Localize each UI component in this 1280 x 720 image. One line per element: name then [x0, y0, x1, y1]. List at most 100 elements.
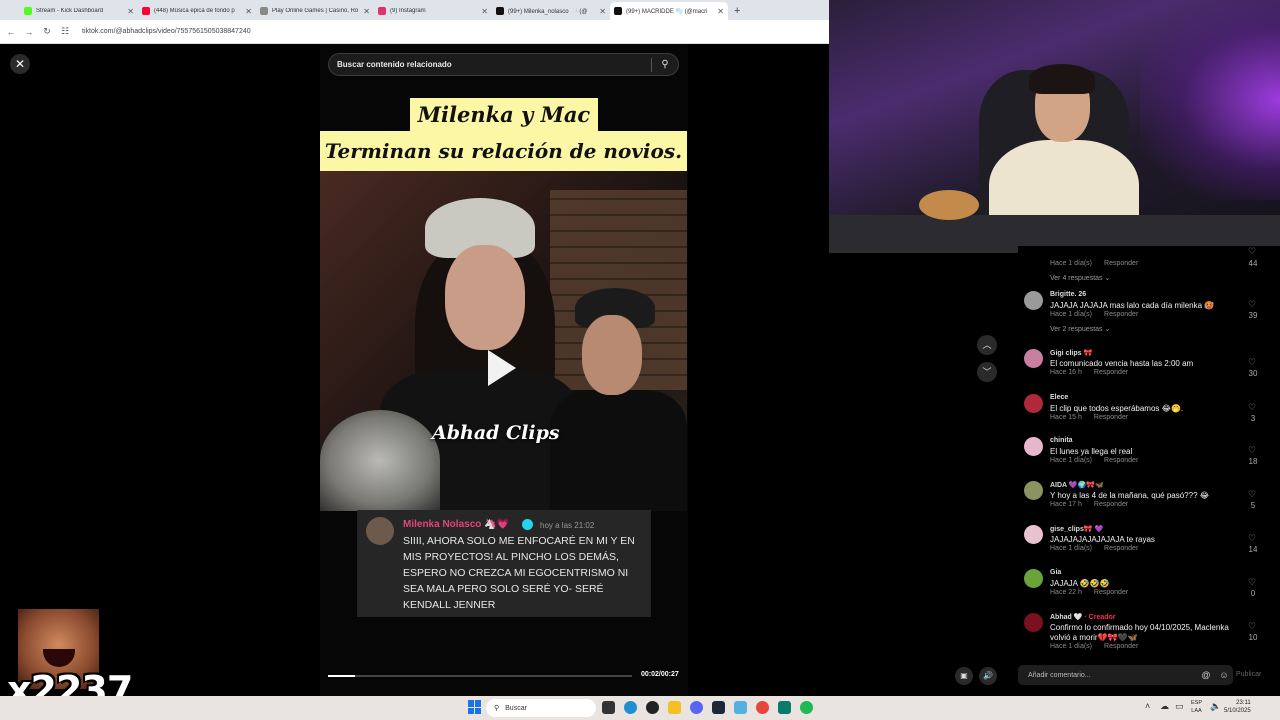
browser-tab[interactable]: (99+) Milenka_nolasco 🤍 (@ ✕: [492, 2, 610, 20]
avatar[interactable]: [1024, 613, 1043, 632]
reply-button[interactable]: Responder: [1104, 545, 1138, 552]
reply-button[interactable]: Responder: [1104, 457, 1138, 464]
heart-icon[interactable]: ♡: [1248, 621, 1256, 632]
comment-text: El comunicado vencia hasta las 2:00 am: [1050, 359, 1194, 368]
comment-username[interactable]: AIDA 💜🌍🎀🦋: [1050, 481, 1104, 489]
emoji-icon[interactable]: ☺: [1215, 670, 1233, 680]
comment-time: Hace 1 día(s): [1050, 545, 1093, 552]
view-replies-button[interactable]: Ver 2 respuestas ⌄: [1050, 325, 1110, 333]
pip-icon[interactable]: ▣: [955, 667, 973, 685]
cloud-icon[interactable]: ☁: [1160, 701, 1169, 712]
comment-username[interactable]: chinita: [1050, 437, 1073, 444]
tab-close-icon[interactable]: ✕: [245, 7, 252, 16]
next-video-button[interactable]: ﹀: [977, 362, 997, 382]
avatar[interactable]: [1024, 525, 1043, 544]
tab-close-icon[interactable]: ✕: [599, 7, 606, 16]
man-face: [582, 315, 642, 395]
task-view-icon[interactable]: [602, 701, 615, 714]
tab-strip: Stream - Kick Dashboard ✕ (448) Música epi…: [20, 2, 728, 20]
search-input[interactable]: Buscar contenido relacionado: [337, 60, 651, 69]
tab-favicon-icon: [260, 7, 268, 15]
view-replies-button[interactable]: Ver 4 respuestas ⌄: [1050, 274, 1110, 282]
app-icon[interactable]: [734, 701, 747, 714]
publish-button[interactable]: Publicar: [1236, 671, 1261, 678]
steam-icon[interactable]: [712, 701, 725, 714]
heart-icon[interactable]: ♡: [1248, 489, 1256, 500]
edge-icon[interactable]: [624, 701, 637, 714]
meme-mouth: [43, 649, 75, 667]
url-field[interactable]: tiktok.com/@abhadclips/video/75575615050…: [82, 28, 251, 35]
reply-button[interactable]: Responder: [1104, 311, 1138, 318]
back-icon[interactable]: ←: [6, 27, 16, 37]
close-icon[interactable]: ✕: [10, 54, 30, 74]
comments-list: Hace 1 día(s) Responder ♡ 44 Ver 4 respuesta…: [1018, 246, 1280, 656]
new-tab-button[interactable]: +: [728, 2, 746, 20]
heart-icon[interactable]: ♡: [1248, 246, 1256, 257]
username-text: Brigitte. 26: [1050, 291, 1087, 298]
speaker-icon[interactable]: 🔈: [1210, 701, 1221, 712]
site-info-icon[interactable]: ☷: [60, 26, 70, 37]
heart-icon[interactable]: ♡: [1248, 577, 1256, 588]
comment-time: Hace 1 día(s): [1050, 457, 1093, 464]
avatar[interactable]: [1024, 481, 1043, 500]
file-explorer-icon[interactable]: [668, 701, 681, 714]
reload-icon[interactable]: ↻: [42, 26, 52, 37]
tab-close-icon[interactable]: ✕: [363, 7, 370, 16]
avatar[interactable]: [1024, 291, 1043, 310]
spotify-icon[interactable]: [800, 701, 813, 714]
comment-username[interactable]: gise_clips🎀 💜: [1050, 525, 1103, 533]
tab-close-icon[interactable]: ✕: [717, 7, 724, 16]
avatar[interactable]: [1024, 569, 1043, 588]
reply-button[interactable]: Responder: [1094, 589, 1128, 596]
heart-icon[interactable]: ♡: [1248, 445, 1256, 456]
browser-tab[interactable]: (99+) MACRIDDE 🫧 (@macri ✕: [610, 2, 728, 20]
heart-icon[interactable]: ♡: [1248, 402, 1256, 413]
comment-username[interactable]: Brigitte. 26: [1050, 291, 1086, 298]
discord-icon[interactable]: [690, 701, 703, 714]
browser-tab[interactable]: Stream - Kick Dashboard ✕: [20, 2, 138, 20]
reply-button[interactable]: Responder: [1094, 369, 1128, 376]
browser-tab[interactable]: Play Online Games | Casino, Ro ✕: [256, 2, 374, 20]
mention-icon[interactable]: @: [1197, 670, 1215, 680]
add-comment-field[interactable]: Añadir comentario... @ ☺: [1018, 665, 1233, 685]
avatar[interactable]: [1024, 437, 1043, 456]
windows-start-icon[interactable]: [468, 700, 482, 714]
forward-icon[interactable]: →: [24, 27, 34, 37]
browser-tab[interactable]: (448) Música epica de fondo p ✕: [138, 2, 256, 20]
comment-username[interactable]: Gia: [1050, 569, 1061, 576]
comment-text: Y hoy a las 4 de la mañana, qué pasó??? …: [1050, 491, 1210, 500]
related-search[interactable]: Buscar contenido relacionado ⚲: [328, 53, 679, 76]
play-icon[interactable]: [488, 350, 516, 386]
heart-icon[interactable]: ♡: [1248, 299, 1256, 310]
tab-close-icon[interactable]: ✕: [481, 7, 488, 16]
taskbar-search[interactable]: ⚲ Buscar: [486, 699, 596, 717]
avatar[interactable]: [1024, 349, 1043, 368]
avatar[interactable]: [1024, 394, 1043, 413]
language-indicator[interactable]: ESP LAA: [1191, 699, 1202, 715]
taskbar-clock[interactable]: 23:11 5/10/2025: [1224, 699, 1251, 715]
previous-video-button[interactable]: ︿: [977, 335, 997, 355]
comment-time: Hace 17 h: [1050, 501, 1082, 508]
chrome-icon[interactable]: [756, 701, 769, 714]
video-progress-bar[interactable]: [328, 675, 632, 677]
add-comment-input[interactable]: Añadir comentario...: [1028, 672, 1197, 679]
chevron-up-icon[interactable]: ˄: [1145, 701, 1150, 711]
reply-button[interactable]: Responder: [1094, 414, 1128, 421]
verified-icon: [522, 519, 533, 530]
reply-button[interactable]: Responder: [1094, 501, 1128, 508]
obs-icon[interactable]: [646, 701, 659, 714]
comment-username[interactable]: Abhad 🤍 · Creador: [1050, 613, 1116, 621]
app2-icon[interactable]: [778, 701, 791, 714]
reply-button[interactable]: Responder: [1104, 643, 1138, 650]
comment-username[interactable]: Elece: [1050, 394, 1068, 401]
heart-icon[interactable]: ♡: [1248, 357, 1256, 368]
browser-tab[interactable]: (9) Instagram ✕: [374, 2, 492, 20]
comment-time: Hace 1 día(s): [1050, 643, 1093, 650]
volume-icon[interactable]: 🔊: [979, 667, 997, 685]
reply-button[interactable]: Responder: [1104, 260, 1138, 267]
tab-close-icon[interactable]: ✕: [127, 7, 134, 16]
comment-username[interactable]: Gigi clips 🎀: [1050, 349, 1092, 357]
search-icon[interactable]: ⚲: [652, 59, 678, 70]
network-icon[interactable]: ▭: [1175, 701, 1184, 712]
heart-icon[interactable]: ♡: [1248, 533, 1256, 544]
